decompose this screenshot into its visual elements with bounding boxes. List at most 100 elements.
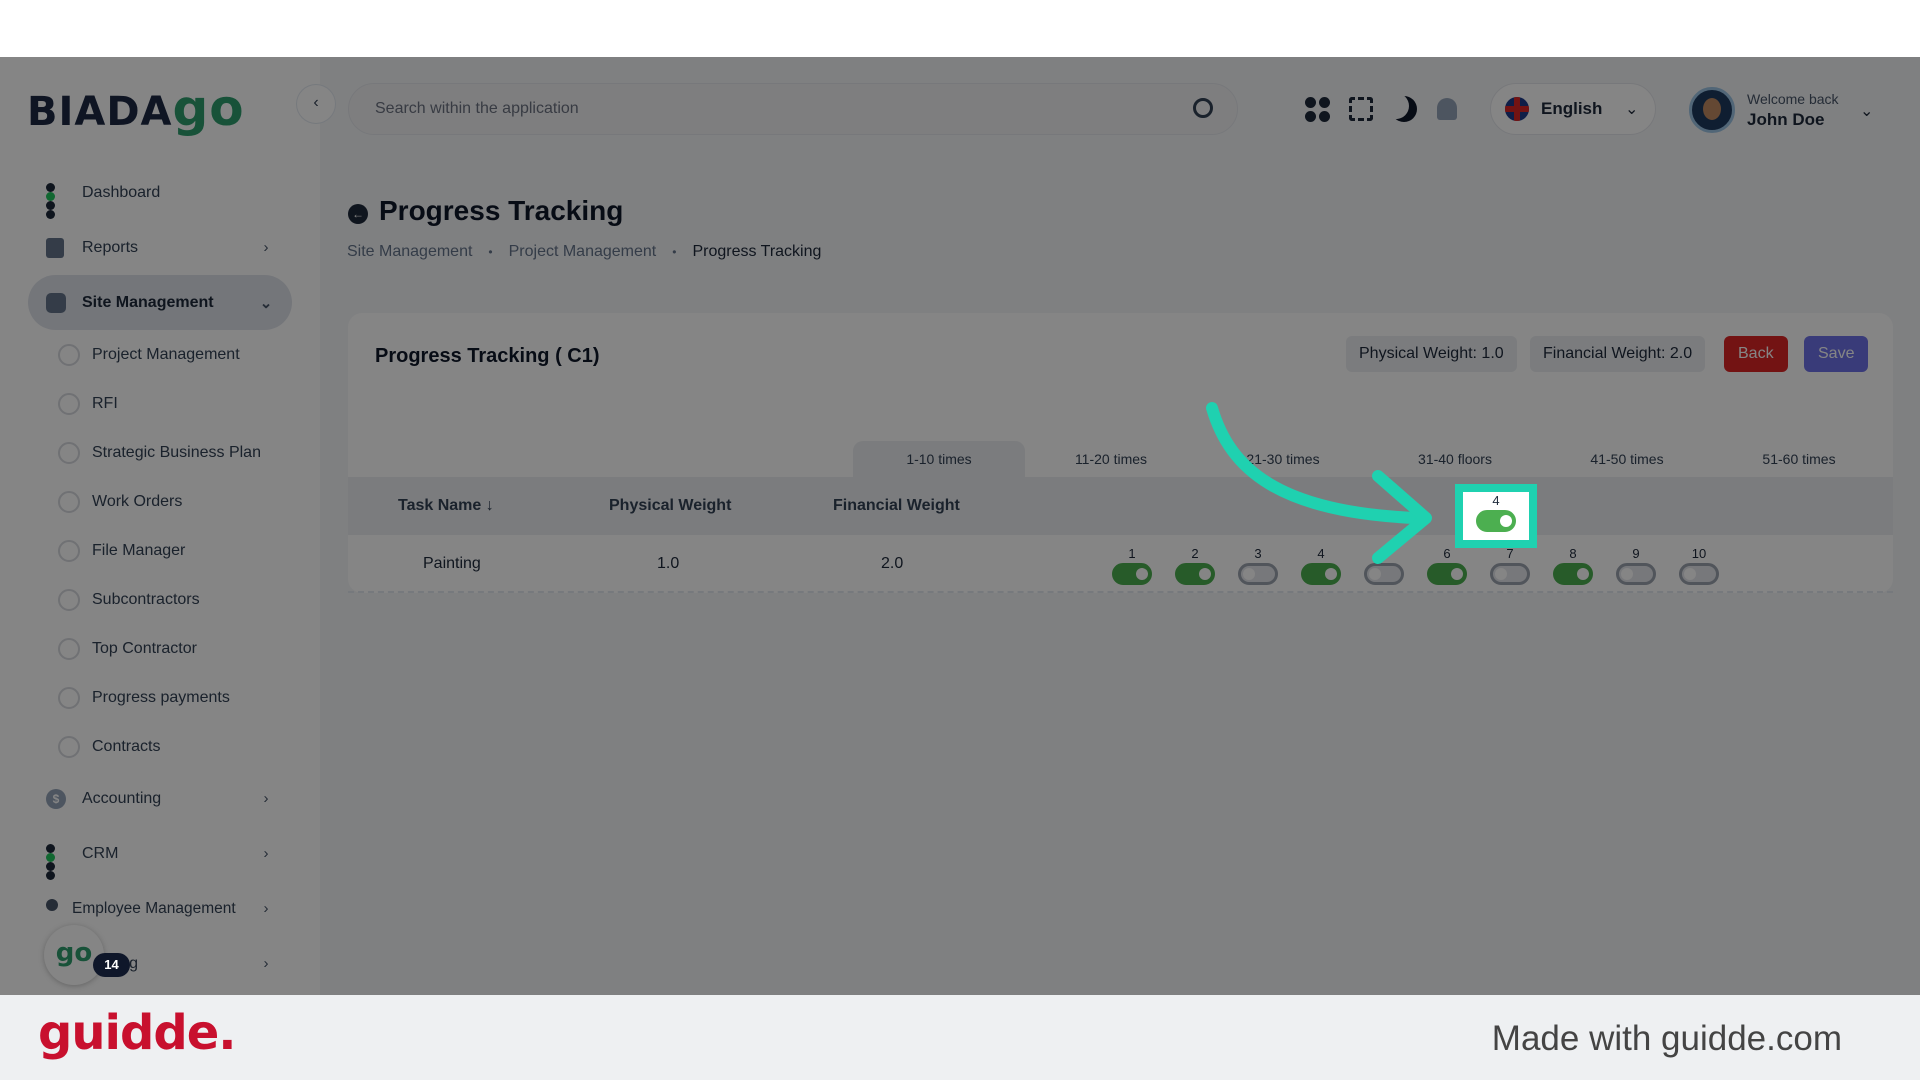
made-with-text: Made with guidde.com <box>1491 1019 1842 1058</box>
uk-flag-icon <box>1505 97 1529 121</box>
toggle-switch[interactable] <box>1175 563 1215 585</box>
toggle-switch[interactable] <box>1112 563 1152 585</box>
sidebar-subitem-file-manager[interactable]: File Manager <box>28 526 292 575</box>
guidde-logo: guidde. <box>38 1005 236 1061</box>
toggle-item: 4 <box>1476 494 1516 532</box>
user-name[interactable]: John Doe <box>1747 110 1824 130</box>
toggle-number: 3 <box>1254 546 1262 561</box>
toggle-switch[interactable] <box>1301 563 1341 585</box>
sidebar-subitem-strategic-business-plan[interactable]: Strategic Business Plan <box>28 428 292 477</box>
toggle-switch[interactable] <box>1553 563 1593 585</box>
toggle-switch[interactable] <box>1364 563 1404 585</box>
column-header-task-name[interactable]: Task Name ↓ <box>398 497 494 515</box>
breadcrumb-separator: • <box>488 245 493 259</box>
sidebar-subitem-label: Subcontractors <box>92 590 200 608</box>
sidebar: BIADAgo Dashboard Reports › Site Managem… <box>0 57 320 995</box>
tab-31-40[interactable]: 31-40 floors <box>1369 441 1541 477</box>
fullscreen-button[interactable] <box>1347 95 1375 123</box>
back-button[interactable]: Back <box>1724 336 1788 372</box>
toggle-item: 5 <box>1364 547 1404 585</box>
site-management-submenu: Project Management RFI Strategic Busines… <box>28 330 292 771</box>
chevron-right-icon: › <box>263 955 269 972</box>
column-header-financial-weight: Financial Weight <box>833 497 960 514</box>
sidebar-item-label: CRM <box>82 844 119 862</box>
cell-task-name: Painting <box>423 555 481 572</box>
toggle-item: 2 <box>1175 547 1215 585</box>
circle-icon <box>58 392 80 415</box>
toggle-number: 7 <box>1506 546 1514 561</box>
site-management-icon <box>46 292 66 313</box>
tab-51-60[interactable]: 51-60 times <box>1713 441 1885 477</box>
back-arrow-icon[interactable]: ← <box>348 204 368 224</box>
dark-mode-toggle[interactable] <box>1390 95 1418 123</box>
guidde-footer: guidde. Made with guidde.com <box>0 995 1920 1080</box>
sidebar-item-site-management[interactable]: Site Management ⌄ <box>28 275 292 330</box>
apps-button[interactable] <box>1303 95 1331 123</box>
toggle-item: 10 <box>1679 547 1719 585</box>
avatar[interactable] <box>1689 87 1735 133</box>
sidebar-subitem-work-orders[interactable]: Work Orders <box>28 477 292 526</box>
accounting-icon: $ <box>46 788 66 809</box>
crm-icon <box>46 843 66 880</box>
highlighted-toggle-4[interactable]: 4 <box>1455 484 1537 548</box>
go-assistant-button[interactable]: go <box>44 925 104 985</box>
sidebar-subitem-label: File Manager <box>92 541 186 559</box>
toggle-item: 4 <box>1301 547 1341 585</box>
reports-icon <box>46 237 66 258</box>
sidebar-subitem-top-contractor[interactable]: Top Contractor <box>28 624 292 673</box>
search-icon[interactable] <box>1193 98 1213 118</box>
circle-icon <box>58 686 80 709</box>
sidebar-item-label: Reports <box>82 238 139 256</box>
toggle-switch[interactable] <box>1476 510 1516 532</box>
toggle-switch[interactable] <box>1616 563 1656 585</box>
circle-icon <box>58 490 80 513</box>
sidebar-subitem-subcontractors[interactable]: Subcontractors <box>28 575 292 624</box>
language-selector[interactable]: English ⌄ <box>1490 83 1656 135</box>
circle-icon <box>58 539 80 562</box>
progress-tracking-card: Progress Tracking ( C1) Physical Weight:… <box>348 313 1893 593</box>
tab-1-10[interactable]: 1-10 times <box>853 441 1025 477</box>
breadcrumb-separator: • <box>672 245 677 259</box>
page-title: Progress Tracking <box>379 195 624 226</box>
sidebar-subitem-label: RFI <box>92 394 118 412</box>
cell-physical-weight: 1.0 <box>657 555 680 572</box>
toggle-number: 10 <box>1691 546 1707 561</box>
toggle-item: 8 <box>1553 547 1593 585</box>
sidebar-subitem-rfi[interactable]: RFI <box>28 379 292 428</box>
sidebar-subitem-project-management[interactable]: Project Management <box>28 330 292 379</box>
toggle-switch[interactable] <box>1679 563 1719 585</box>
tab-21-30[interactable]: 21-30 times <box>1197 441 1369 477</box>
search-input[interactable] <box>375 84 1175 134</box>
toggle-item: 6 <box>1427 547 1467 585</box>
tab-41-50[interactable]: 41-50 times <box>1541 441 1713 477</box>
app-logo[interactable]: BIADAgo <box>27 79 245 137</box>
sidebar-subitem-contracts[interactable]: Contracts <box>28 722 292 771</box>
toggle-number: 9 <box>1632 546 1640 561</box>
sidebar-subitem-progress-payments[interactable]: Progress payments <box>28 673 292 722</box>
toggle-switch[interactable] <box>1427 563 1467 585</box>
logo-text: BIADA <box>27 89 173 135</box>
circle-icon <box>58 588 80 611</box>
breadcrumb-item[interactable]: Site Management <box>347 243 472 261</box>
sidebar-item-reports[interactable]: Reports › <box>28 220 292 275</box>
breadcrumb-item[interactable]: Project Management <box>509 243 657 261</box>
sidebar-item-accounting[interactable]: $ Accounting › <box>28 771 292 826</box>
language-label: English <box>1541 99 1603 118</box>
toggle-number: 4 <box>1317 546 1325 561</box>
user-menu-chevron-icon[interactable]: ⌄ <box>1860 101 1873 121</box>
circle-icon <box>58 637 80 660</box>
toggle-switch[interactable] <box>1490 563 1530 585</box>
save-button[interactable]: Save <box>1804 336 1869 372</box>
sidebar-collapse-button[interactable]: ‹ <box>297 85 335 123</box>
sidebar-item-label: Employee Management <box>72 899 236 917</box>
chevron-down-icon: ⌄ <box>1625 101 1639 118</box>
sidebar-item-crm[interactable]: CRM › <box>28 826 292 881</box>
sidebar-subitem-label: Contracts <box>92 737 161 755</box>
circle-icon <box>58 441 80 464</box>
toggle-switch[interactable] <box>1238 563 1278 585</box>
notifications-button[interactable] <box>1433 95 1461 123</box>
toggle-number: 8 <box>1569 546 1577 561</box>
sidebar-item-dashboard[interactable]: Dashboard <box>28 165 292 220</box>
tab-11-20[interactable]: 11-20 times <box>1025 441 1197 477</box>
column-header-label: Task Name <box>398 497 482 514</box>
